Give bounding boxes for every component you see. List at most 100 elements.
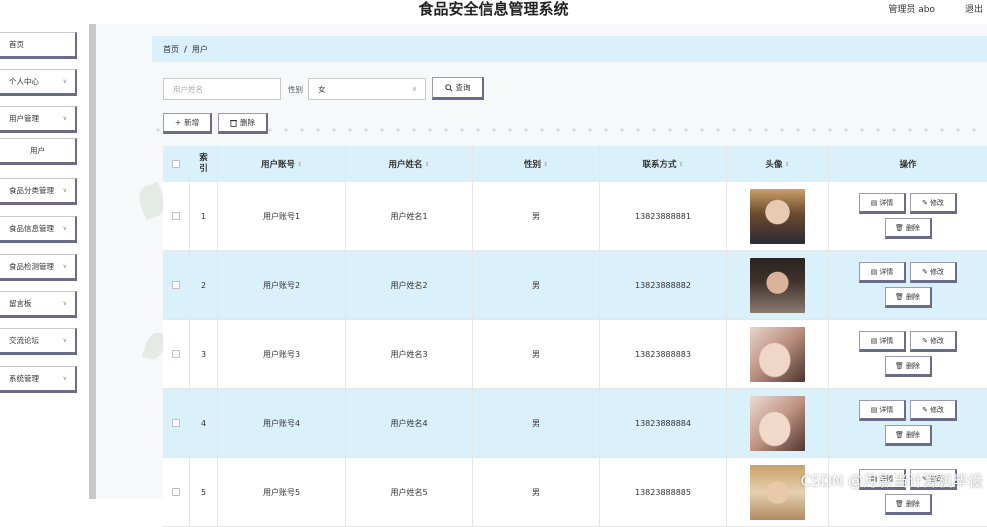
- sidebar-item-message-board[interactable]: 留言板 ∨: [0, 291, 77, 318]
- edit-button[interactable]: ✎修改: [910, 400, 957, 421]
- breadcrumb-home[interactable]: 首页: [163, 44, 179, 55]
- row-checkbox-cell: [163, 320, 190, 388]
- header-ops-label: 操作: [899, 158, 916, 170]
- sidebar-item-label: 个人中心: [9, 76, 39, 87]
- sidebar-item-label: 食品分类管理: [9, 185, 54, 196]
- row-delete-button-label: 删除: [906, 223, 920, 233]
- delete-button-label: 删除: [240, 117, 255, 128]
- edit-button-label: 修改: [930, 336, 944, 346]
- row-checkbox[interactable]: [172, 212, 180, 220]
- sidebar-item-home[interactable]: 首页: [0, 32, 77, 59]
- sidebar-item-personal-center[interactable]: 个人中心 ∨: [0, 69, 77, 96]
- row-checkbox-cell: [163, 389, 190, 457]
- sidebar-item-food-category[interactable]: 食品分类管理 ∨: [0, 178, 77, 205]
- row-checkbox[interactable]: [172, 350, 180, 358]
- detail-button[interactable]: ▤详情: [859, 262, 906, 283]
- sidebar-item-forum[interactable]: 交流论坛 ∨: [0, 328, 77, 355]
- header-account[interactable]: 用户账号⇕: [218, 146, 346, 182]
- gender-select[interactable]: 女 ∨: [308, 78, 426, 100]
- row-index: 4: [190, 389, 218, 457]
- sidebar-scrollbar[interactable]: [89, 24, 96, 499]
- sidebar-item-system-management[interactable]: 系统管理 ∨: [0, 366, 77, 393]
- row-checkbox[interactable]: [172, 419, 180, 427]
- sidebar-item-food-info[interactable]: 食品信息管理 ∨: [0, 216, 77, 243]
- edit-button[interactable]: ✎修改: [910, 193, 957, 214]
- row-index: 5: [190, 458, 218, 526]
- pencil-icon: ✎: [922, 268, 928, 276]
- row-avatar-cell: [727, 251, 829, 319]
- chevron-down-icon: ∨: [63, 300, 67, 307]
- header-gender-label: 性别: [524, 158, 541, 170]
- sidebar: 首页 个人中心 ∨ 用户管理 ∨ 用户 食品分类管理 ∨ 食品信息管理 ∨ 食品…: [0, 24, 86, 499]
- user-name-search-input[interactable]: 用户姓名: [163, 78, 281, 100]
- table-row: 4 用户账号4 用户姓名4 男 13823888884 ▤详情 ✎修改 🗑删除: [163, 389, 987, 458]
- add-button-label: 新增: [184, 117, 199, 128]
- row-delete-button-label: 删除: [906, 499, 920, 509]
- row-index: 1: [190, 182, 218, 250]
- row-delete-button[interactable]: 🗑删除: [885, 425, 932, 446]
- row-delete-button[interactable]: 🗑删除: [885, 494, 932, 515]
- header-phone[interactable]: 联系方式⇕: [600, 146, 727, 182]
- pencil-icon: ✎: [922, 199, 928, 207]
- header-gender[interactable]: 性别⇕: [473, 146, 600, 182]
- row-account: 用户账号3: [218, 320, 346, 388]
- row-gender: 男: [473, 389, 600, 457]
- sidebar-item-food-inspection[interactable]: 食品检测管理 ∨: [0, 254, 77, 281]
- row-name: 用户姓名5: [346, 458, 473, 526]
- edit-button[interactable]: ✎修改: [910, 331, 957, 352]
- table-row: 5 用户账号5 用户姓名5 男 13823888885 ▤详情 ✎修改 🗑删除: [163, 458, 987, 527]
- row-actions: ▤详情 ✎修改 🗑删除: [829, 182, 987, 250]
- document-icon: ▤: [871, 268, 878, 276]
- row-name: 用户姓名3: [346, 320, 473, 388]
- header-avatar[interactable]: 头像⇕: [727, 146, 829, 182]
- add-button[interactable]: + 新增: [163, 113, 212, 134]
- row-index: 2: [190, 251, 218, 319]
- row-account: 用户账号1: [218, 182, 346, 250]
- select-all-checkbox[interactable]: [172, 160, 180, 168]
- sidebar-subitem-users[interactable]: 用户: [0, 138, 77, 165]
- row-delete-button[interactable]: 🗑删除: [885, 287, 932, 308]
- row-avatar-cell: [727, 320, 829, 388]
- sort-icon: ⇕: [784, 161, 789, 168]
- header-name[interactable]: 用户姓名⇕: [346, 146, 473, 182]
- row-delete-button-label: 删除: [906, 361, 920, 371]
- row-account: 用户账号5: [218, 458, 346, 526]
- row-delete-button-label: 删除: [906, 292, 920, 302]
- sidebar-item-label: 留言板: [9, 298, 32, 309]
- row-delete-button[interactable]: 🗑删除: [885, 356, 932, 377]
- breadcrumb-current: 用户: [192, 44, 208, 55]
- row-account: 用户账号4: [218, 389, 346, 457]
- detail-button[interactable]: ▤详情: [859, 331, 906, 352]
- gender-label: 性别: [288, 84, 303, 95]
- avatar: [750, 189, 805, 244]
- delete-button[interactable]: 删除: [218, 113, 268, 134]
- watermark: CSDN @月影当计算机毕设: [800, 470, 983, 491]
- header-avatar-label: 头像: [765, 158, 782, 170]
- detail-button[interactable]: ▤详情: [859, 400, 906, 421]
- chevron-down-icon: ∨: [412, 85, 417, 93]
- logout-link[interactable]: 退出: [965, 2, 983, 15]
- sidebar-item-label: 交流论坛: [9, 335, 39, 346]
- detail-button[interactable]: ▤详情: [859, 193, 906, 214]
- row-name: 用户姓名2: [346, 251, 473, 319]
- table-row: 1 用户账号1 用户姓名1 男 13823888881 ▤详情 ✎修改 🗑删除: [163, 182, 987, 251]
- row-avatar-cell: [727, 458, 829, 526]
- row-avatar-cell: [727, 182, 829, 250]
- sidebar-item-user-management[interactable]: 用户管理 ∨: [0, 106, 77, 133]
- search-button-label: 查询: [456, 82, 471, 93]
- search-button[interactable]: 查询: [432, 77, 484, 100]
- sidebar-item-label: 首页: [9, 39, 24, 50]
- chevron-down-icon: ∨: [63, 225, 67, 232]
- header: 食品安全信息管理系统 管理员 abo 退出: [0, 0, 987, 24]
- row-checkbox[interactable]: [172, 488, 180, 496]
- row-gender: 男: [473, 458, 600, 526]
- edit-button[interactable]: ✎修改: [910, 262, 957, 283]
- row-delete-button-label: 删除: [906, 430, 920, 440]
- row-delete-button[interactable]: 🗑删除: [885, 218, 932, 239]
- avatar: [750, 396, 805, 451]
- chevron-down-icon: ∨: [63, 78, 67, 85]
- header-account-label: 用户账号: [261, 158, 295, 170]
- row-checkbox[interactable]: [172, 281, 180, 289]
- header-name-label: 用户姓名: [388, 158, 422, 170]
- avatar: [750, 258, 805, 313]
